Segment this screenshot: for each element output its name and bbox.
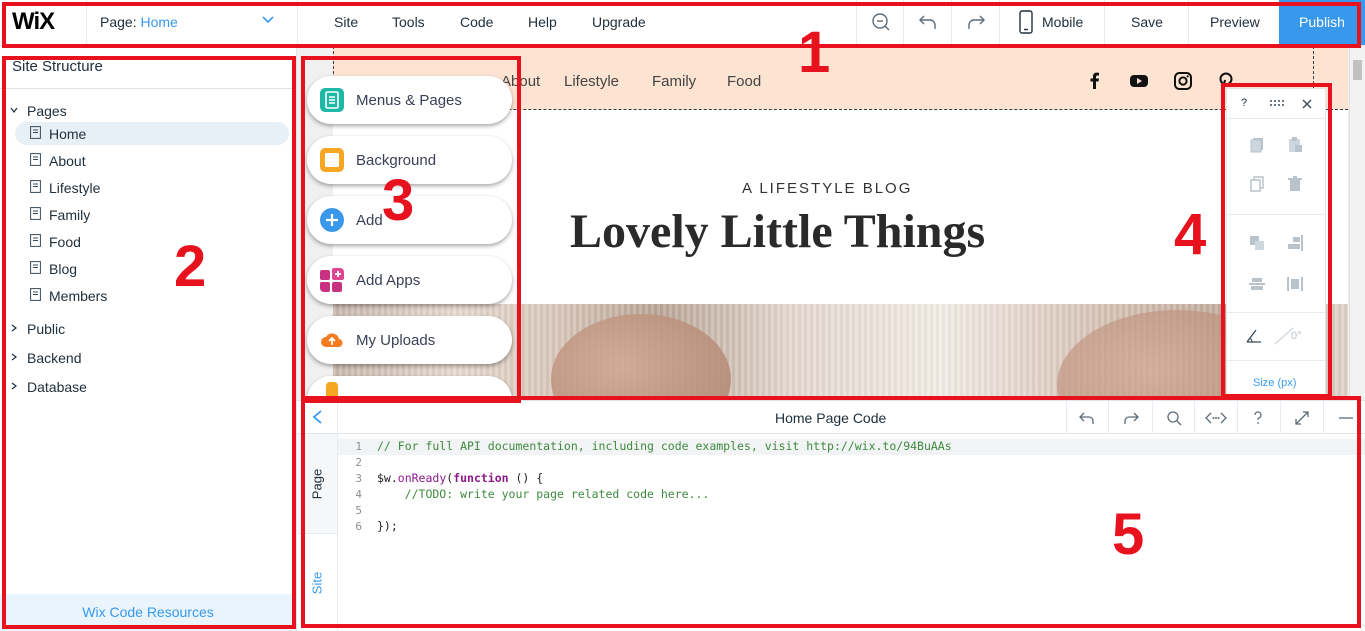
annotation-number-4: 4 <box>1174 202 1207 267</box>
site-subtitle[interactable]: A LIFESTYLE BLOG <box>742 180 912 197</box>
site-title[interactable]: Lovely Little Things <box>570 204 985 259</box>
site-nav-family[interactable]: Family <box>652 73 696 90</box>
annotation-number-1: 1 <box>798 20 831 85</box>
site-nav-food[interactable]: Food <box>727 73 761 90</box>
annotation-box-2 <box>2 56 296 629</box>
annotation-box-4 <box>1221 83 1332 398</box>
instagram-icon[interactable] <box>1173 71 1193 91</box>
annotation-box-5 <box>301 396 1361 628</box>
annotation-number-5: 5 <box>1112 502 1145 567</box>
annotation-number-2: 2 <box>174 234 207 299</box>
youtube-icon[interactable] <box>1129 71 1149 91</box>
canvas-scrollbar[interactable] <box>1349 46 1365 400</box>
site-nav-lifestyle[interactable]: Lifestyle <box>564 73 619 90</box>
annotation-box-1 <box>2 2 1361 48</box>
annotation-number-3: 3 <box>382 168 415 233</box>
scrollbar-thumb[interactable] <box>1353 60 1362 80</box>
facebook-icon[interactable] <box>1085 71 1105 91</box>
